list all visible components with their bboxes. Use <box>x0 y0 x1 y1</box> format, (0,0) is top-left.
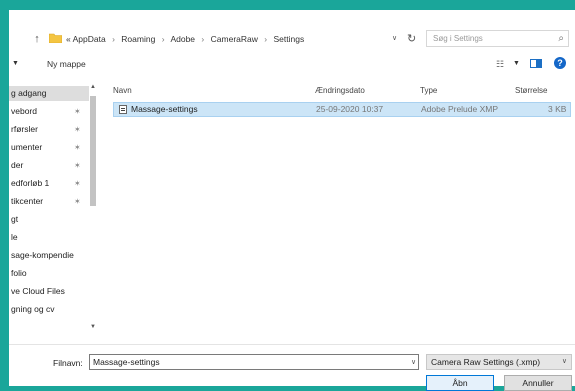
scroll-up-icon[interactable]: ▲ <box>89 82 97 92</box>
new-folder-button[interactable]: Ny mappe <box>47 58 86 70</box>
view-options-icon[interactable]: ☷ <box>496 57 504 71</box>
breadcrumb-adobe[interactable]: Adobe <box>170 34 195 44</box>
breadcrumb-cameraraw[interactable]: CameraRaw <box>211 34 258 44</box>
filename-label: Filnavn: <box>53 358 83 368</box>
breadcrumb: « AppData › Roaming › Adobe › CameraRaw … <box>66 33 308 45</box>
refresh-icon[interactable]: ↻ <box>407 32 416 46</box>
pin-icon[interactable]: ✶ <box>74 140 81 155</box>
column-header-type[interactable]: Type <box>420 85 437 97</box>
file-row[interactable]: Massage-settings 25-09-2020 10:37 Adobe … <box>113 102 571 117</box>
sidebar-item-label: g adgang <box>11 88 47 98</box>
address-bar: ↑ « AppData › Roaming › Adobe › CameraRa… <box>9 28 575 50</box>
sidebar-item-label: le <box>11 232 18 242</box>
column-headers: Navn Ændringsdato Type Størrelse <box>105 82 575 98</box>
sidebar-item[interactable]: umenter ✶ <box>9 140 89 155</box>
search-icon[interactable]: ⌕ <box>558 32 564 46</box>
cancel-button[interactable]: Annuller <box>504 375 572 391</box>
sidebar-item-label: der <box>11 160 24 170</box>
file-type: Adobe Prelude XMP <box>421 104 499 114</box>
up-arrow-icon[interactable]: ↑ <box>31 32 43 46</box>
chevron-down-icon[interactable]: ∨ <box>411 357 416 369</box>
pin-icon[interactable]: ✶ <box>74 158 81 173</box>
chevron-down-icon[interactable]: ∨ <box>562 355 567 369</box>
pin-icon[interactable]: ✶ <box>74 104 81 119</box>
sidebar-item-label: folio <box>11 268 27 278</box>
chevron-right-icon: › <box>112 34 115 44</box>
breadcrumb-settings[interactable]: Settings <box>273 34 304 44</box>
sidebar-item[interactable]: g adgang <box>9 86 89 101</box>
filename-field[interactable]: Massage-settings <box>89 354 419 370</box>
sidebar-item-label: gt <box>11 214 19 224</box>
sidebar-item-label: vebord <box>11 106 37 116</box>
sidebar-item-label: ve Cloud Files <box>11 286 65 296</box>
sidebar-item[interactable]: ve Cloud Files <box>9 284 89 299</box>
preview-pane-icon[interactable] <box>530 59 542 68</box>
open-button[interactable]: Åbn <box>426 375 494 391</box>
save-dialog: ↑ « AppData › Roaming › Adobe › CameraRa… <box>9 10 575 391</box>
chevron-down-icon[interactable]: ▼ <box>513 58 520 70</box>
divider <box>9 344 575 345</box>
scrollbar-thumb[interactable] <box>90 96 96 206</box>
sidebar-item-label: sage-kompendie <box>11 250 74 260</box>
search-placeholder: Søg i Settings <box>433 34 483 43</box>
sidebar-item[interactable]: sage-kompendie <box>9 248 89 263</box>
filetype-value: Camera Raw Settings (.xmp) <box>431 357 541 367</box>
sidebar-item[interactable]: edforløb 1 ✶ <box>9 176 89 191</box>
file-icon <box>119 105 127 114</box>
column-header-modified[interactable]: Ændringsdato <box>315 85 365 97</box>
chevron-down-icon[interactable]: ∨ <box>392 33 397 45</box>
breadcrumb-appdata[interactable]: « AppData <box>66 34 106 44</box>
sidebar-item-label: tikcenter <box>11 196 44 206</box>
scroll-down-icon[interactable]: ▼ <box>89 322 97 332</box>
folder-icon <box>49 33 62 43</box>
sidebar-item-label: edforløb 1 <box>11 178 50 188</box>
sidebar-item[interactable]: rførsler ✶ <box>9 122 89 137</box>
chevron-right-icon: › <box>161 34 165 44</box>
filetype-select[interactable]: Camera Raw Settings (.xmp) ∨ <box>426 354 572 370</box>
search-input[interactable]: Søg i Settings ⌕ <box>426 30 569 47</box>
toolbar: ▼ Ny mappe ☷ ▼ ? <box>9 54 575 74</box>
column-header-name[interactable]: Navn <box>113 85 132 97</box>
sidebar-item[interactable]: vebord ✶ <box>9 104 89 119</box>
sidebar-item[interactable]: folio <box>9 266 89 281</box>
sidebar-item-label: umenter <box>11 142 43 152</box>
pin-icon[interactable]: ✶ <box>74 122 81 137</box>
breadcrumb-roaming[interactable]: Roaming <box>121 34 155 44</box>
pin-icon[interactable]: ✶ <box>74 194 81 209</box>
column-header-size[interactable]: Størrelse <box>515 85 547 97</box>
file-name: Massage-settings <box>131 104 198 114</box>
organize-dropdown-icon[interactable]: ▼ <box>12 58 19 70</box>
help-icon[interactable]: ? <box>554 57 566 69</box>
sidebar-item[interactable]: gning og cv <box>9 302 89 317</box>
nav-scrollbar[interactable]: ▲ ▼ <box>89 82 97 332</box>
chevron-right-icon: › <box>264 34 268 44</box>
file-size: 3 KB <box>548 104 567 114</box>
sidebar-item[interactable]: gt <box>9 212 89 227</box>
sidebar-item[interactable]: tikcenter ✶ <box>9 194 89 209</box>
sidebar-item-label: gning og cv <box>11 304 55 314</box>
file-modified: 25-09-2020 10:37 <box>316 104 384 114</box>
navigation-pane: g adgang vebord ✶ rførsler ✶ umenter ✶ der ✶ edfo… <box>9 82 95 332</box>
sidebar-item-label: rførsler <box>11 124 38 134</box>
sidebar-item[interactable]: le <box>9 230 89 245</box>
chevron-right-icon: › <box>201 34 205 44</box>
sidebar-item[interactable]: der ✶ <box>9 158 89 173</box>
pin-icon[interactable]: ✶ <box>74 176 81 191</box>
